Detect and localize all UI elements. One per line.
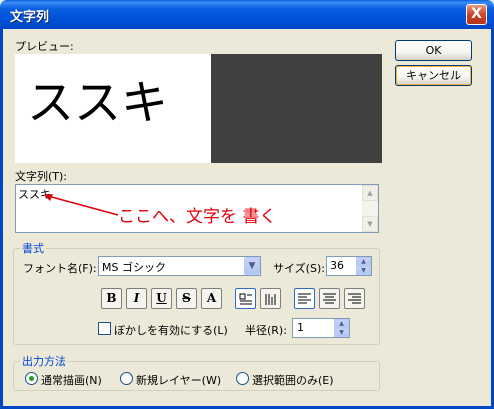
bold-button[interactable]: B <box>101 288 122 309</box>
radius-down-icon[interactable]: ▼ <box>334 328 349 337</box>
vertical-text-button[interactable] <box>260 288 281 309</box>
window-border-left <box>0 29 3 409</box>
align-center-icon <box>323 293 336 304</box>
radio-selection-only[interactable] <box>236 372 249 385</box>
outline-button[interactable]: A <box>201 288 222 309</box>
size-down-icon[interactable]: ▼ <box>356 266 371 275</box>
align-right-button[interactable] <box>344 288 365 309</box>
font-label: フォント名(F): <box>23 262 97 275</box>
chevron-down-icon[interactable]: ▼ <box>244 257 260 275</box>
underline-button[interactable]: U <box>151 288 172 309</box>
font-select-value: MS ゴシック <box>102 261 166 274</box>
align-left-icon <box>298 293 311 304</box>
annotation-arrow-icon <box>44 194 119 216</box>
radius-value: 1 <box>297 321 304 334</box>
horizontal-text-button[interactable] <box>235 288 256 309</box>
preview-background <box>211 54 382 163</box>
size-up-icon[interactable]: ▲ <box>356 257 371 266</box>
size-value: 36 <box>330 259 344 272</box>
title-bar <box>0 0 494 29</box>
preview-text: ススキ <box>27 76 168 131</box>
ok-button[interactable]: OK <box>395 40 472 61</box>
align-left-button[interactable] <box>294 288 315 309</box>
text-scrollbar[interactable]: ▲ ▼ <box>362 185 378 232</box>
output-group-label: 出力方法 <box>20 353 68 369</box>
radio-selected-dot <box>29 376 34 381</box>
radio-new-layer-label: 新規レイヤー(W) <box>136 374 222 387</box>
blur-checkbox[interactable] <box>98 322 111 335</box>
annotation-text: ここへ、文字を 書く <box>118 207 277 227</box>
radio-new-layer[interactable] <box>120 372 133 385</box>
window-title: 文字列 <box>10 10 50 25</box>
horizontal-text-icon <box>239 293 252 305</box>
blur-label: ぼかしを有効にする(L) <box>114 324 228 337</box>
vertical-text-icon <box>265 294 276 305</box>
align-center-button[interactable] <box>319 288 340 309</box>
size-label: サイズ(S): <box>273 262 325 275</box>
radio-normal-label: 通常描画(N) <box>41 374 102 387</box>
radius-up-icon[interactable]: ▲ <box>334 319 349 328</box>
text-field-label: 文字列(T): <box>15 170 68 183</box>
radio-normal[interactable] <box>25 372 38 385</box>
scroll-up-icon[interactable]: ▲ <box>362 185 378 201</box>
cancel-button[interactable]: キャンセル <box>395 65 472 86</box>
radio-selection-only-label: 選択範囲のみ(E) <box>252 374 334 387</box>
close-button[interactable]: X <box>466 4 487 25</box>
preview-label: プレビュー: <box>15 40 74 53</box>
italic-button[interactable]: I <box>126 288 147 309</box>
radius-label: 半径(R): <box>245 324 287 337</box>
strikethrough-button[interactable]: S <box>176 288 197 309</box>
scroll-down-icon[interactable]: ▼ <box>362 216 378 232</box>
align-right-icon <box>348 293 361 304</box>
format-group-label: 書式 <box>20 240 46 256</box>
